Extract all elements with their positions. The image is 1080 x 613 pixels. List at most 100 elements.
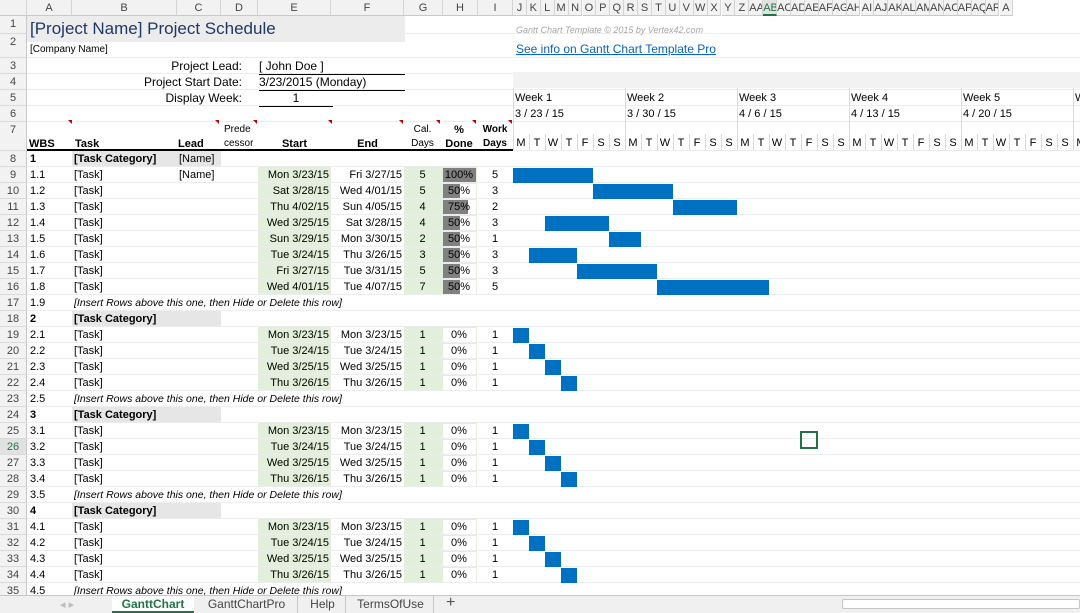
row-header-8[interactable]: 8: [0, 151, 27, 167]
task-name[interactable]: [Task]: [74, 535, 103, 551]
gantt-bar[interactable]: [561, 472, 577, 487]
task-name[interactable]: [Task]: [74, 519, 103, 535]
task-cal-days[interactable]: 1: [404, 423, 441, 439]
task-start[interactable]: Wed 3/25/15: [258, 455, 329, 471]
display-week-value[interactable]: 1: [259, 90, 333, 107]
gantt-bar[interactable]: [673, 200, 737, 215]
task-cal-days[interactable]: 1: [404, 471, 441, 487]
task-start[interactable]: Mon 3/23/15: [258, 167, 329, 183]
gantt-bar[interactable]: [545, 552, 561, 567]
gantt-bar[interactable]: [545, 216, 609, 231]
gantt-bar[interactable]: [513, 520, 529, 535]
gantt-bar[interactable]: [577, 264, 657, 279]
column-header-ag[interactable]: AG: [832, 0, 847, 16]
task-start[interactable]: Wed 3/25/15: [258, 551, 329, 567]
row-header-14[interactable]: 14: [0, 247, 27, 263]
row-header-26[interactable]: 26: [0, 439, 27, 455]
task-start[interactable]: Thu 4/02/15: [258, 199, 329, 215]
column-header-d[interactable]: D: [221, 0, 258, 16]
gantt-bar[interactable]: [529, 440, 545, 455]
row-header-31[interactable]: 31: [0, 519, 27, 535]
column-header-aj[interactable]: AJ: [874, 0, 889, 16]
project-start-value[interactable]: 3/23/2015 (Monday): [259, 74, 405, 91]
column-header-l[interactable]: L: [540, 0, 555, 16]
add-sheet-button[interactable]: +: [446, 594, 455, 612]
sheet-tab-termsofuse[interactable]: TermsOfUse: [348, 596, 434, 613]
column-header-k[interactable]: K: [526, 0, 541, 16]
row-header-20[interactable]: 20: [0, 343, 27, 359]
sheet-tab-ganttchart[interactable]: GanttChart: [112, 596, 194, 613]
row-header-25[interactable]: 25: [0, 423, 27, 439]
row-header-19[interactable]: 19: [0, 327, 27, 343]
task-start[interactable]: Mon 3/23/15: [258, 423, 329, 439]
column-header-v[interactable]: V: [679, 0, 694, 16]
task-name[interactable]: [Task]: [74, 263, 103, 279]
column-header-ak[interactable]: AK: [888, 0, 903, 16]
task-name[interactable]: [Task]: [74, 439, 103, 455]
task-cal-days[interactable]: 1: [404, 535, 441, 551]
task-name[interactable]: [Task]: [74, 279, 103, 295]
column-header-am[interactable]: AM: [916, 0, 930, 16]
gantt-bar[interactable]: [513, 328, 529, 343]
gantt-bar[interactable]: [593, 184, 673, 199]
row-header-23[interactable]: 23: [0, 391, 27, 407]
column-header-o[interactable]: O: [582, 0, 597, 16]
column-header-t[interactable]: T: [652, 0, 666, 16]
task-start[interactable]: Mon 3/23/15: [258, 327, 329, 343]
task-name[interactable]: [Task]: [74, 455, 103, 471]
select-all-corner[interactable]: [0, 0, 27, 16]
task-cal-days[interactable]: 1: [404, 455, 441, 471]
task-start[interactable]: Wed 3/25/15: [258, 359, 329, 375]
task-cal-days[interactable]: 1: [404, 567, 441, 583]
column-header-y[interactable]: Y: [721, 0, 736, 16]
task-cal-days[interactable]: 1: [404, 327, 441, 343]
column-header-g[interactable]: G: [404, 0, 443, 16]
gantt-bar[interactable]: [529, 536, 545, 551]
task-name[interactable]: [Task]: [74, 247, 103, 263]
row-header-2[interactable]: 2: [0, 34, 27, 58]
task-name[interactable]: [Task]: [74, 567, 103, 583]
selected-cell[interactable]: [800, 431, 818, 449]
task-start[interactable]: Tue 3/24/15: [258, 247, 329, 263]
info-link[interactable]: See info on Gantt Chart Template Pro: [516, 41, 716, 57]
row-header-29[interactable]: 29: [0, 487, 27, 503]
column-header-z[interactable]: Z: [735, 0, 750, 16]
row-header-30[interactable]: 30: [0, 503, 27, 519]
task-start[interactable]: Wed 4/01/15: [258, 279, 329, 295]
task-name[interactable]: [Task]: [74, 551, 103, 567]
task-cal-days[interactable]: 1: [404, 551, 441, 567]
task-start[interactable]: Tue 3/24/15: [258, 343, 329, 359]
sheet-tab-ganttchartpro[interactable]: GanttChartPro: [196, 596, 298, 613]
task-name[interactable]: [Task]: [74, 359, 103, 375]
gantt-bar[interactable]: [545, 456, 561, 471]
row-header-5[interactable]: 5: [0, 90, 27, 106]
task-start[interactable]: Thu 3/26/15: [258, 471, 329, 487]
row-header-12[interactable]: 12: [0, 215, 27, 231]
task-start[interactable]: Fri 3/27/15: [258, 263, 329, 279]
task-cal-days[interactable]: 1: [404, 343, 441, 359]
task-cal-days[interactable]: 2: [404, 231, 441, 247]
task-start[interactable]: Wed 3/25/15: [258, 215, 329, 231]
task-name[interactable]: [Task]: [74, 231, 103, 247]
column-header-a[interactable]: A: [999, 0, 1014, 16]
row-header-21[interactable]: 21: [0, 359, 27, 375]
task-start[interactable]: Mon 3/23/15: [258, 519, 329, 535]
column-header-an[interactable]: AN: [930, 0, 944, 16]
column-header-a[interactable]: A: [27, 0, 72, 16]
column-header-i[interactable]: I: [478, 0, 513, 16]
row-header-22[interactable]: 22: [0, 375, 27, 391]
row-header-4[interactable]: 4: [0, 74, 27, 90]
task-cal-days[interactable]: 5: [404, 167, 441, 183]
row-header-13[interactable]: 13: [0, 231, 27, 247]
task-name[interactable]: [Task]: [74, 167, 103, 183]
column-header-ap[interactable]: AP: [957, 0, 972, 16]
column-header-ar[interactable]: AR: [985, 0, 1000, 16]
task-name[interactable]: [Task]: [74, 327, 103, 343]
row-header-17[interactable]: 17: [0, 295, 27, 311]
row-header-10[interactable]: 10: [0, 183, 27, 199]
column-header-ab[interactable]: AB: [763, 0, 778, 16]
task-lead[interactable]: [Name]: [179, 167, 214, 183]
column-header-al[interactable]: AL: [902, 0, 917, 16]
row-header-33[interactable]: 33: [0, 551, 27, 567]
gantt-bar[interactable]: [513, 168, 593, 183]
